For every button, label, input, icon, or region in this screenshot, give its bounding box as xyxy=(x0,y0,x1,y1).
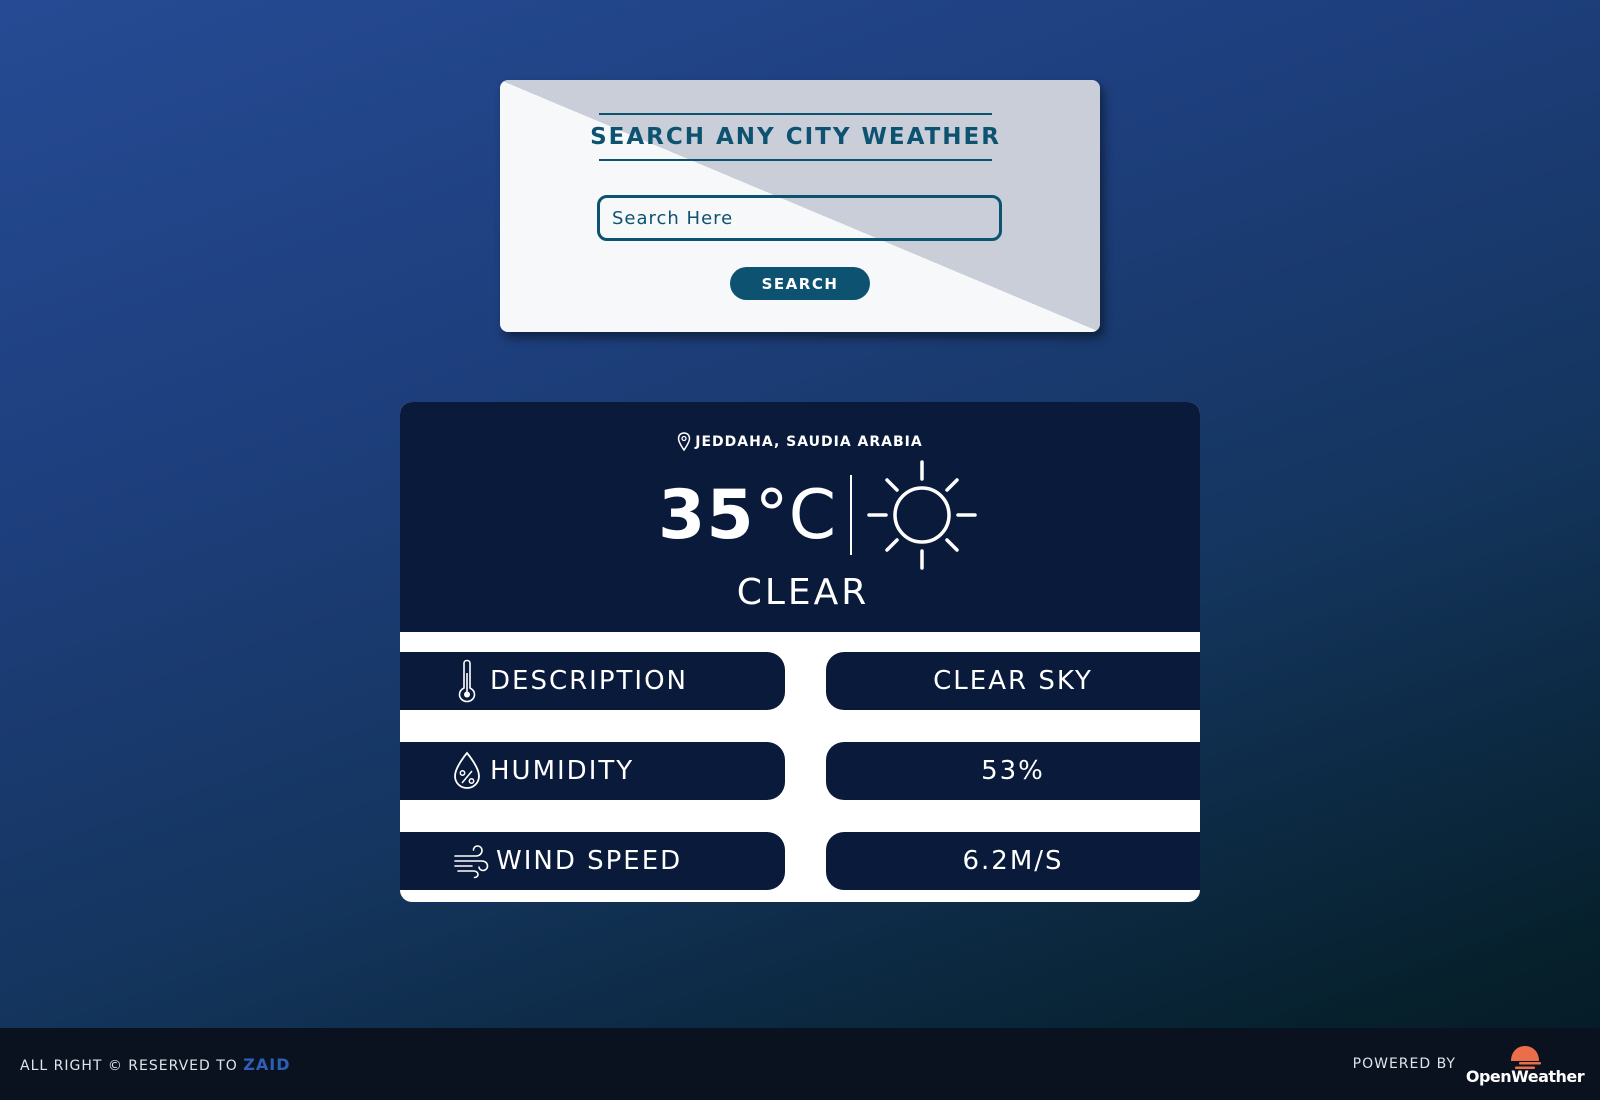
temperature-divider xyxy=(850,475,853,555)
openweather-logo[interactable]: OpenWeather xyxy=(1466,1043,1585,1086)
footer-author-link[interactable]: ZAID xyxy=(243,1055,290,1074)
weather-summary: JEDDAHA, SAUDIA ARABIA 35 °C CLEAR xyxy=(400,402,1200,632)
humidity-label: HUMIDITY xyxy=(490,756,635,786)
footer-copyright: ALL RIGHT © RESERVED TO ZAID xyxy=(20,1055,290,1074)
powered-by-label: POWERED BY xyxy=(1352,1056,1456,1072)
wind-icon xyxy=(454,845,489,879)
wind-label-pill: WIND SPEED xyxy=(400,832,785,890)
humidity-value: 53% xyxy=(981,756,1045,786)
location: JEDDAHA, SAUDIA ARABIA xyxy=(400,432,1200,452)
thermometer-icon xyxy=(458,659,476,703)
weather-condition: CLEAR xyxy=(736,572,870,613)
footer-rights-text: ALL RIGHT © RESERVED TO xyxy=(20,1057,238,1074)
wind-speed-label: WIND SPEED xyxy=(496,846,683,876)
humidity-drop-icon xyxy=(454,751,480,789)
wind-value-pill: 6.2M/S xyxy=(826,832,1200,890)
description-value-pill: CLEAR SKY xyxy=(826,652,1200,710)
temperature-unit: °C xyxy=(754,475,837,555)
temperature-row: 35 °C xyxy=(658,460,978,570)
search-title: SEARCH ANY CITY WEATHER xyxy=(590,113,999,161)
humidity-value-pill: 53% xyxy=(826,742,1200,800)
search-input[interactable] xyxy=(597,195,1002,241)
description-label: DESCRIPTION xyxy=(490,666,688,696)
temperature-value: 35 xyxy=(658,475,755,555)
footer-powered: POWERED BY OpenWeather xyxy=(1352,1043,1585,1086)
sun-icon xyxy=(867,460,977,570)
description-label-pill: DESCRIPTION xyxy=(400,652,785,710)
search-button[interactable]: SEARCH xyxy=(730,267,870,300)
openweather-logo-text: OpenWeather xyxy=(1465,1066,1585,1086)
location-label: JEDDAHA, SAUDIA ARABIA xyxy=(695,434,923,450)
humidity-label-pill: HUMIDITY xyxy=(400,742,785,800)
description-value: CLEAR SKY xyxy=(933,666,1093,696)
search-card: SEARCH ANY CITY WEATHER SEARCH xyxy=(500,80,1100,332)
location-pin-icon xyxy=(678,432,691,452)
wind-speed-value: 6.2M/S xyxy=(962,846,1064,876)
footer: ALL RIGHT © RESERVED TO ZAID POWERED BY … xyxy=(0,1028,1600,1100)
weather-card: JEDDAHA, SAUDIA ARABIA 35 °C CLEAR DESCR… xyxy=(400,402,1200,902)
